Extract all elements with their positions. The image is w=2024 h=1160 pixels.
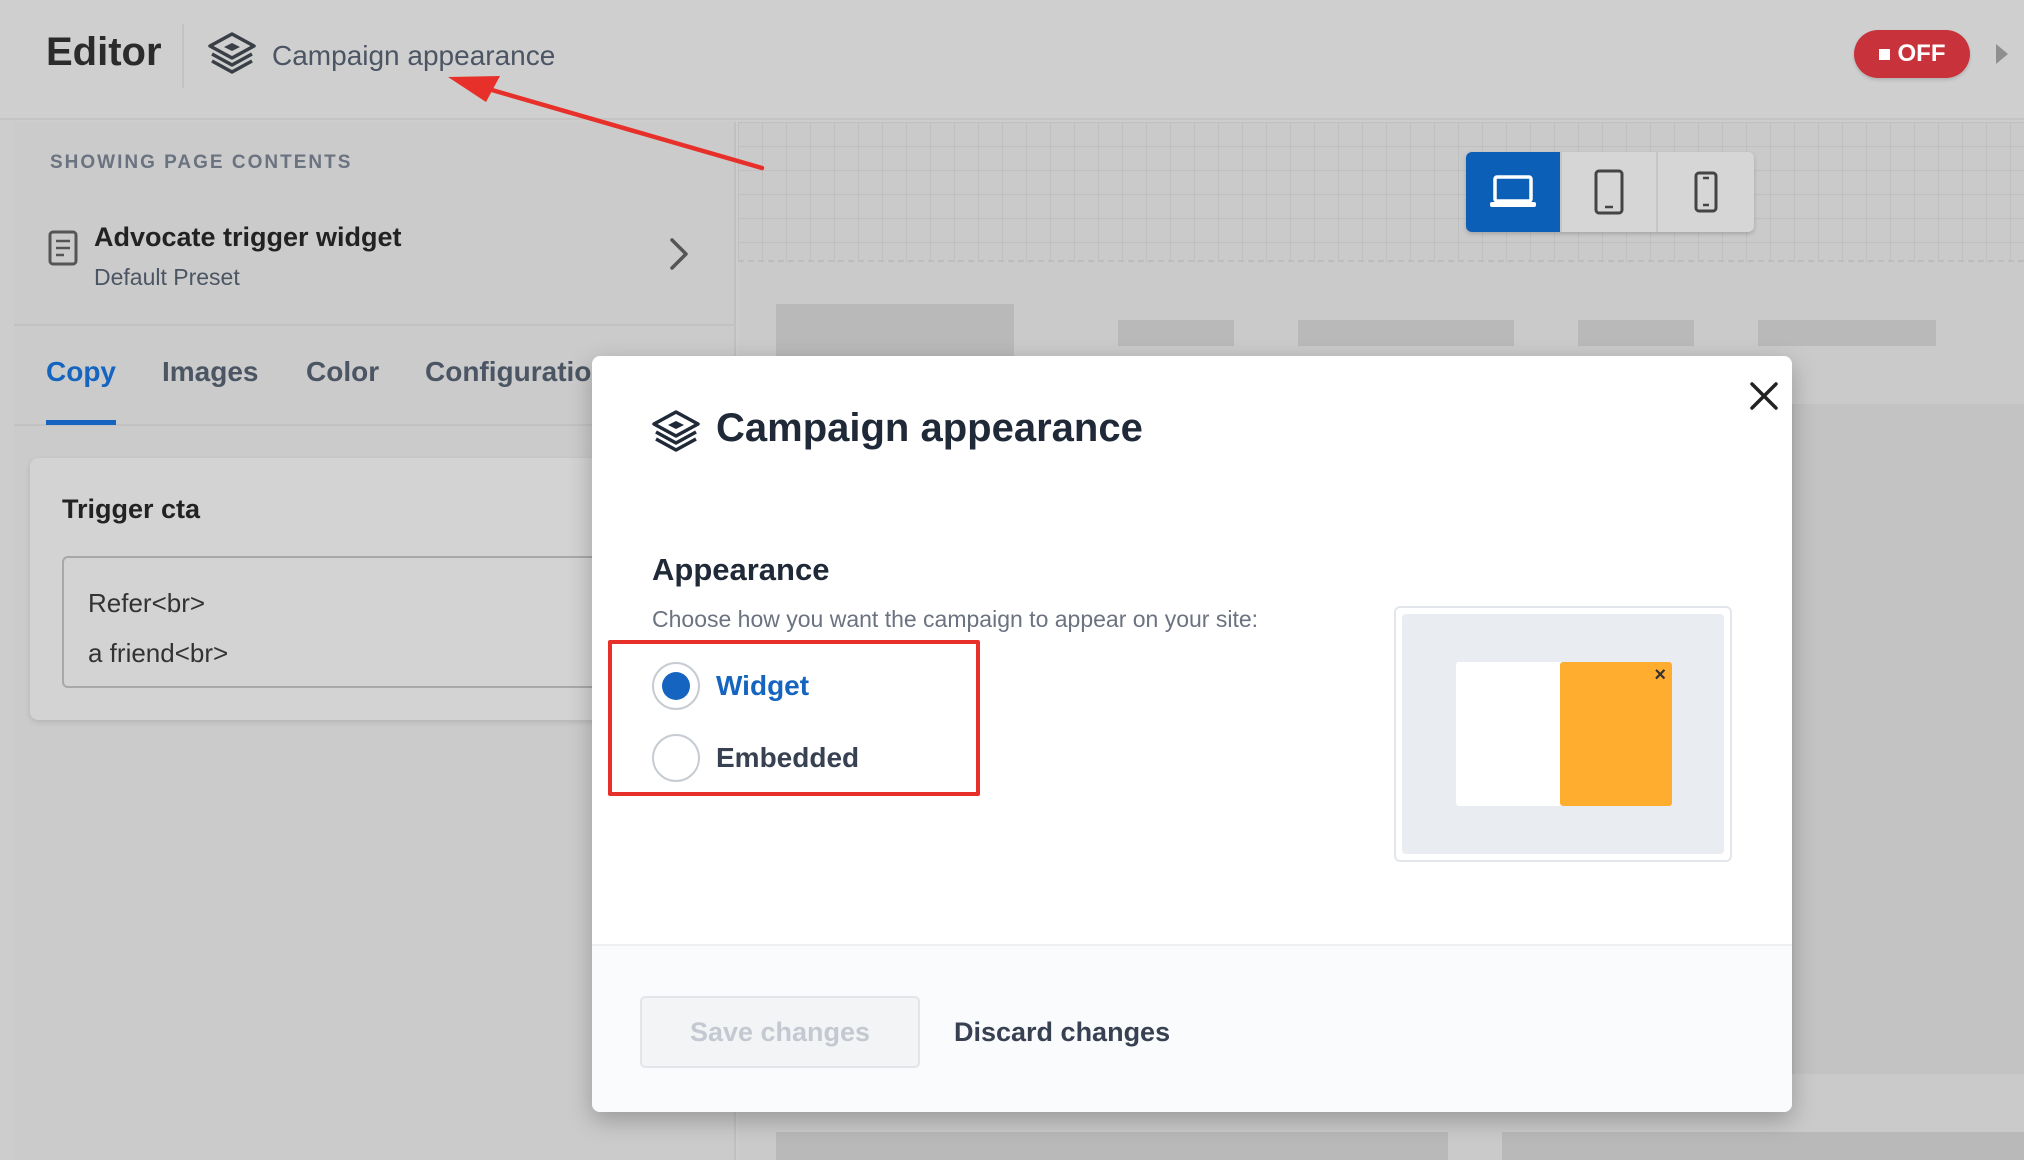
tablet-icon [1594,169,1624,215]
preview-widget: × [1560,662,1672,806]
active-tab-indicator [46,420,116,425]
showing-label: SHOWING PAGE CONTENTS [50,152,353,173]
tablet-view-button[interactable] [1562,152,1658,232]
layers-icon [208,32,256,74]
modal-title: Campaign appearance [716,406,1143,450]
tab-copy[interactable]: Copy [46,356,116,388]
laptop-icon [1490,175,1536,207]
tab-color[interactable]: Color [306,356,379,388]
placeholder-block [776,1132,1448,1160]
mobile-view-button[interactable] [1658,152,1754,232]
placeholder-block [1502,1132,2024,1160]
trigger-cta-label: Trigger cta [62,494,201,524]
document-icon [48,230,78,266]
header-divider [182,24,184,88]
placeholder-block [1578,320,1694,346]
placeholder-block [1118,320,1234,346]
appearance-description: Choose how you want the campaign to appe… [652,606,1259,632]
page-title: Advocate trigger widget [94,222,402,252]
page-preset: Default Preset [94,264,240,290]
layers-icon [652,410,700,452]
device-switcher [1466,152,1754,232]
save-changes-button[interactable]: Save changes [640,996,920,1068]
top-bar: Editor Campaign appearance OFF [0,0,2024,120]
campaign-appearance-modal: Campaign appearance Appearance Choose ho… [592,356,1792,1112]
tab-configuration[interactable]: Configuration [425,356,609,388]
preview-site-background: × [1402,614,1724,854]
header-subtitle[interactable]: Campaign appearance [272,40,555,72]
tab-images[interactable]: Images [162,356,259,388]
mobile-icon [1694,171,1718,213]
placeholder-block [1298,320,1514,346]
canvas-grid [738,122,2024,262]
discard-changes-button[interactable]: Discard changes [954,996,1170,1068]
placeholder-panel [1792,404,2024,1074]
modal-footer: Save changes Discard changes [592,944,1792,1112]
preview-close-icon: × [1654,664,1666,686]
annotation-highlight-box [608,640,980,796]
appearance-preview: × [1394,606,1732,862]
close-icon [1750,382,1778,410]
page-selector[interactable]: Advocate trigger widget Default Preset [14,202,736,330]
close-button[interactable] [1740,372,1788,420]
campaign-status-toggle[interactable]: OFF [1854,30,1970,78]
chevron-right-icon [670,238,688,270]
status-toggle-label: OFF [1897,40,1946,67]
placeholder-block [1758,320,1936,346]
editor-title: Editor [46,30,162,74]
desktop-view-button[interactable] [1466,152,1562,232]
appearance-heading: Appearance [652,552,830,587]
placeholder-block [776,304,1014,358]
stop-icon [1878,48,1890,60]
play-icon[interactable] [1996,44,2008,64]
